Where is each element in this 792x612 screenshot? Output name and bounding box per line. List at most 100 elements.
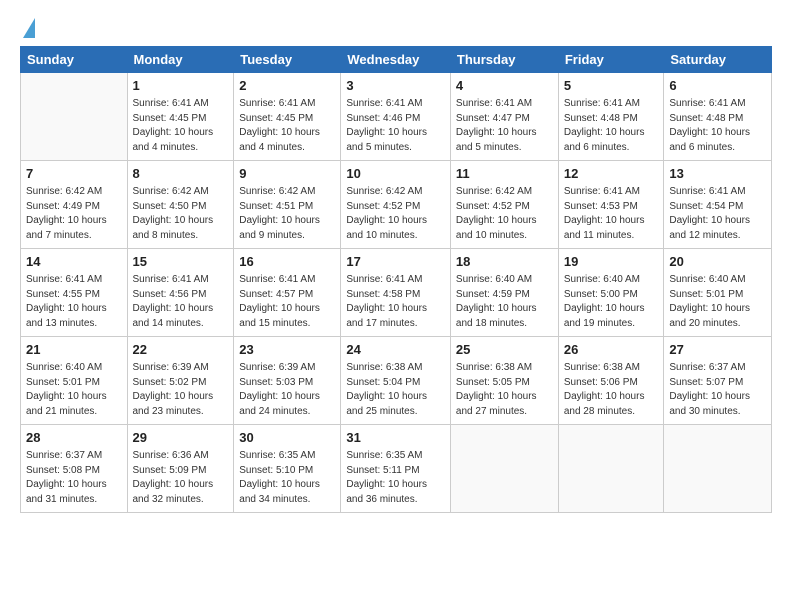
day-info: Sunrise: 6:42 AM Sunset: 4:52 PM Dayligh… (456, 185, 553, 243)
week-row-3: 14 Sunrise: 6:41 AM Sunset: 4:55 PM Dayli… (21, 249, 772, 337)
day-number: 13 (669, 165, 766, 183)
day-cell (21, 73, 128, 161)
col-header-friday: Friday (558, 47, 664, 73)
day-cell: 21 Sunrise: 6:40 AM Sunset: 5:01 PM Dayli… (21, 337, 128, 425)
day-number: 30 (239, 429, 335, 447)
day-number: 20 (669, 253, 766, 271)
day-number: 5 (564, 77, 659, 95)
day-cell: 11 Sunrise: 6:42 AM Sunset: 4:52 PM Dayli… (450, 161, 558, 249)
day-number: 26 (564, 341, 659, 359)
day-info: Sunrise: 6:42 AM Sunset: 4:50 PM Dayligh… (133, 185, 229, 243)
day-cell: 9 Sunrise: 6:42 AM Sunset: 4:51 PM Daylig… (234, 161, 341, 249)
day-cell: 16Sunrise: 6:41 AM Sunset: 4:57 PM Dayli… (234, 249, 341, 337)
day-cell: 10Sunrise: 6:42 AM Sunset: 4:52 PM Dayli… (341, 161, 451, 249)
day-info: Sunrise: 6:40 AM Sunset: 4:59 PM Dayligh… (456, 273, 553, 331)
day-info: Sunrise: 6:41 AM Sunset: 4:45 PM Dayligh… (133, 97, 229, 155)
day-info: Sunrise: 6:41 AM Sunset: 4:53 PM Dayligh… (564, 185, 659, 243)
day-number: 9 (239, 165, 335, 183)
day-number: 29 (133, 429, 229, 447)
day-cell: 4Sunrise: 6:41 AM Sunset: 4:47 PM Daylig… (450, 73, 558, 161)
day-cell: 18 Sunrise: 6:40 AM Sunset: 4:59 PM Dayli… (450, 249, 558, 337)
day-info: Sunrise: 6:37 AM Sunset: 5:07 PM Dayligh… (669, 361, 766, 419)
day-number: 22 (133, 341, 229, 359)
col-header-tuesday: Tuesday (234, 47, 341, 73)
day-info: Sunrise: 6:35 AM Sunset: 5:11 PM Dayligh… (346, 449, 445, 507)
day-number: 15 (133, 253, 229, 271)
page: SundayMondayTuesdayWednesdayThursdayFrid… (0, 0, 792, 612)
day-number: 11 (456, 165, 553, 183)
day-number: 19 (564, 253, 659, 271)
day-info: Sunrise: 6:39 AM Sunset: 5:03 PM Dayligh… (239, 361, 335, 419)
day-cell: 31 Sunrise: 6:35 AM Sunset: 5:11 PM Dayli… (341, 425, 451, 513)
day-cell: 19Sunrise: 6:40 AM Sunset: 5:00 PM Dayli… (558, 249, 664, 337)
day-cell: 25 Sunrise: 6:38 AM Sunset: 5:05 PM Dayli… (450, 337, 558, 425)
day-info: Sunrise: 6:41 AM Sunset: 4:46 PM Dayligh… (346, 97, 445, 155)
col-header-monday: Monday (127, 47, 234, 73)
day-cell: 12 Sunrise: 6:41 AM Sunset: 4:53 PM Dayli… (558, 161, 664, 249)
day-cell: 2 Sunrise: 6:41 AM Sunset: 4:45 PM Daylig… (234, 73, 341, 161)
day-number: 1 (133, 77, 229, 95)
day-number: 12 (564, 165, 659, 183)
day-info: Sunrise: 6:41 AM Sunset: 4:54 PM Dayligh… (669, 185, 766, 243)
day-number: 10 (346, 165, 445, 183)
day-number: 6 (669, 77, 766, 95)
day-cell (664, 425, 772, 513)
col-header-saturday: Saturday (664, 47, 772, 73)
day-cell: 24 Sunrise: 6:38 AM Sunset: 5:04 PM Dayli… (341, 337, 451, 425)
day-cell: 7 Sunrise: 6:42 AM Sunset: 4:49 PM Daylig… (21, 161, 128, 249)
day-info: Sunrise: 6:42 AM Sunset: 4:49 PM Dayligh… (26, 185, 122, 243)
day-cell: 29 Sunrise: 6:36 AM Sunset: 5:09 PM Dayli… (127, 425, 234, 513)
day-info: Sunrise: 6:41 AM Sunset: 4:48 PM Dayligh… (669, 97, 766, 155)
day-info: Sunrise: 6:38 AM Sunset: 5:04 PM Dayligh… (346, 361, 445, 419)
day-info: Sunrise: 6:41 AM Sunset: 4:45 PM Dayligh… (239, 97, 335, 155)
day-number: 25 (456, 341, 553, 359)
day-cell (558, 425, 664, 513)
day-cell: 23 Sunrise: 6:39 AM Sunset: 5:03 PM Dayli… (234, 337, 341, 425)
day-number: 24 (346, 341, 445, 359)
day-cell (450, 425, 558, 513)
day-number: 8 (133, 165, 229, 183)
week-row-2: 7 Sunrise: 6:42 AM Sunset: 4:49 PM Daylig… (21, 161, 772, 249)
day-cell: 17Sunrise: 6:41 AM Sunset: 4:58 PM Dayli… (341, 249, 451, 337)
day-cell: 20 Sunrise: 6:40 AM Sunset: 5:01 PM Dayli… (664, 249, 772, 337)
day-number: 14 (26, 253, 122, 271)
day-number: 3 (346, 77, 445, 95)
day-info: Sunrise: 6:41 AM Sunset: 4:58 PM Dayligh… (346, 273, 445, 331)
week-row-1: 1 Sunrise: 6:41 AM Sunset: 4:45 PM Daylig… (21, 73, 772, 161)
day-number: 16 (239, 253, 335, 271)
day-info: Sunrise: 6:42 AM Sunset: 4:51 PM Dayligh… (239, 185, 335, 243)
logo-triangle-icon (23, 18, 35, 38)
day-cell: 30Sunrise: 6:35 AM Sunset: 5:10 PM Dayli… (234, 425, 341, 513)
day-cell: 26 Sunrise: 6:38 AM Sunset: 5:06 PM Dayli… (558, 337, 664, 425)
header-row: SundayMondayTuesdayWednesdayThursdayFrid… (21, 47, 772, 73)
week-row-4: 21 Sunrise: 6:40 AM Sunset: 5:01 PM Dayli… (21, 337, 772, 425)
day-cell: 3 Sunrise: 6:41 AM Sunset: 4:46 PM Daylig… (341, 73, 451, 161)
day-info: Sunrise: 6:40 AM Sunset: 5:01 PM Dayligh… (26, 361, 122, 419)
day-number: 18 (456, 253, 553, 271)
day-info: Sunrise: 6:36 AM Sunset: 5:09 PM Dayligh… (133, 449, 229, 507)
day-number: 2 (239, 77, 335, 95)
logo (20, 18, 35, 36)
day-number: 21 (26, 341, 122, 359)
day-info: Sunrise: 6:40 AM Sunset: 5:01 PM Dayligh… (669, 273, 766, 331)
day-cell: 13 Sunrise: 6:41 AM Sunset: 4:54 PM Dayli… (664, 161, 772, 249)
day-number: 7 (26, 165, 122, 183)
col-header-wednesday: Wednesday (341, 47, 451, 73)
day-cell: 5 Sunrise: 6:41 AM Sunset: 4:48 PM Daylig… (558, 73, 664, 161)
day-info: Sunrise: 6:38 AM Sunset: 5:06 PM Dayligh… (564, 361, 659, 419)
day-info: Sunrise: 6:37 AM Sunset: 5:08 PM Dayligh… (26, 449, 122, 507)
day-cell: 28Sunrise: 6:37 AM Sunset: 5:08 PM Dayli… (21, 425, 128, 513)
col-header-sunday: Sunday (21, 47, 128, 73)
day-cell: 27 Sunrise: 6:37 AM Sunset: 5:07 PM Dayli… (664, 337, 772, 425)
day-info: Sunrise: 6:41 AM Sunset: 4:56 PM Dayligh… (133, 273, 229, 331)
day-number: 23 (239, 341, 335, 359)
day-number: 31 (346, 429, 445, 447)
week-row-5: 28Sunrise: 6:37 AM Sunset: 5:08 PM Dayli… (21, 425, 772, 513)
day-info: Sunrise: 6:38 AM Sunset: 5:05 PM Dayligh… (456, 361, 553, 419)
day-number: 27 (669, 341, 766, 359)
day-info: Sunrise: 6:41 AM Sunset: 4:55 PM Dayligh… (26, 273, 122, 331)
day-info: Sunrise: 6:39 AM Sunset: 5:02 PM Dayligh… (133, 361, 229, 419)
day-info: Sunrise: 6:41 AM Sunset: 4:48 PM Dayligh… (564, 97, 659, 155)
day-info: Sunrise: 6:41 AM Sunset: 4:47 PM Dayligh… (456, 97, 553, 155)
day-cell: 1 Sunrise: 6:41 AM Sunset: 4:45 PM Daylig… (127, 73, 234, 161)
